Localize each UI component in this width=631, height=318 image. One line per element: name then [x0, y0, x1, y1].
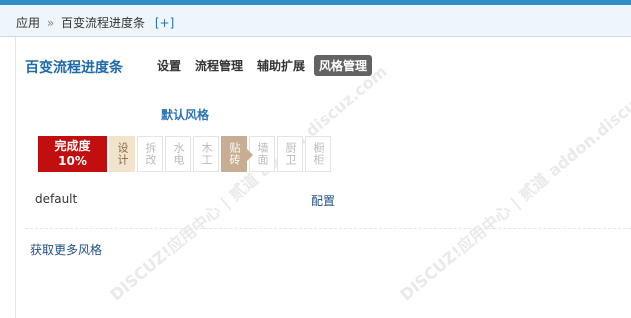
step-kitchen-bath: 厨卫 [277, 136, 303, 172]
add-shortcut-button[interactable]: [+] [155, 16, 174, 30]
tab-style-management[interactable]: 风格管理 [314, 55, 373, 76]
breadcrumb: 应用 » 百变流程进度条 [+] [16, 14, 174, 31]
progress-preview: 完成度 10% 设计 拆改 水电 木工 贴砖 墙面 厨卫 橱柜 [38, 136, 331, 172]
progress-value: 10% [58, 154, 87, 168]
more-styles-link[interactable]: 获取更多风格 [30, 241, 102, 258]
step-design: 设计 [109, 136, 135, 172]
breadcrumb-bar: 应用 » 百变流程进度条 [+] [0, 5, 631, 37]
step-carpentry: 木工 [193, 136, 219, 172]
tab-flow-management[interactable]: 流程管理 [190, 55, 248, 76]
config-link[interactable]: 配置 [311, 192, 335, 209]
style-title: 默认风格 [161, 108, 210, 122]
tab-settings[interactable]: 设置 [152, 55, 186, 76]
progress-label: 完成度 [54, 139, 91, 153]
step-demolition: 拆改 [137, 136, 163, 172]
progress-badge: 完成度 10% [38, 136, 107, 172]
breadcrumb-separator: » [46, 16, 55, 30]
page-title: 百变流程进度条 [25, 60, 123, 76]
breadcrumb-root[interactable]: 应用 [16, 16, 40, 30]
step-cabinet: 橱柜 [305, 136, 331, 172]
style-name: default [35, 192, 78, 206]
tab-bar: 设置 流程管理 辅助扩展 风格管理 [152, 55, 376, 76]
divider [25, 228, 631, 229]
step-plumbing-electric: 水电 [165, 136, 191, 172]
breadcrumb-current[interactable]: 百变流程进度条 [61, 16, 145, 30]
tab-extensions[interactable]: 辅助扩展 [252, 55, 310, 76]
step-tiling: 贴砖 [221, 136, 253, 172]
